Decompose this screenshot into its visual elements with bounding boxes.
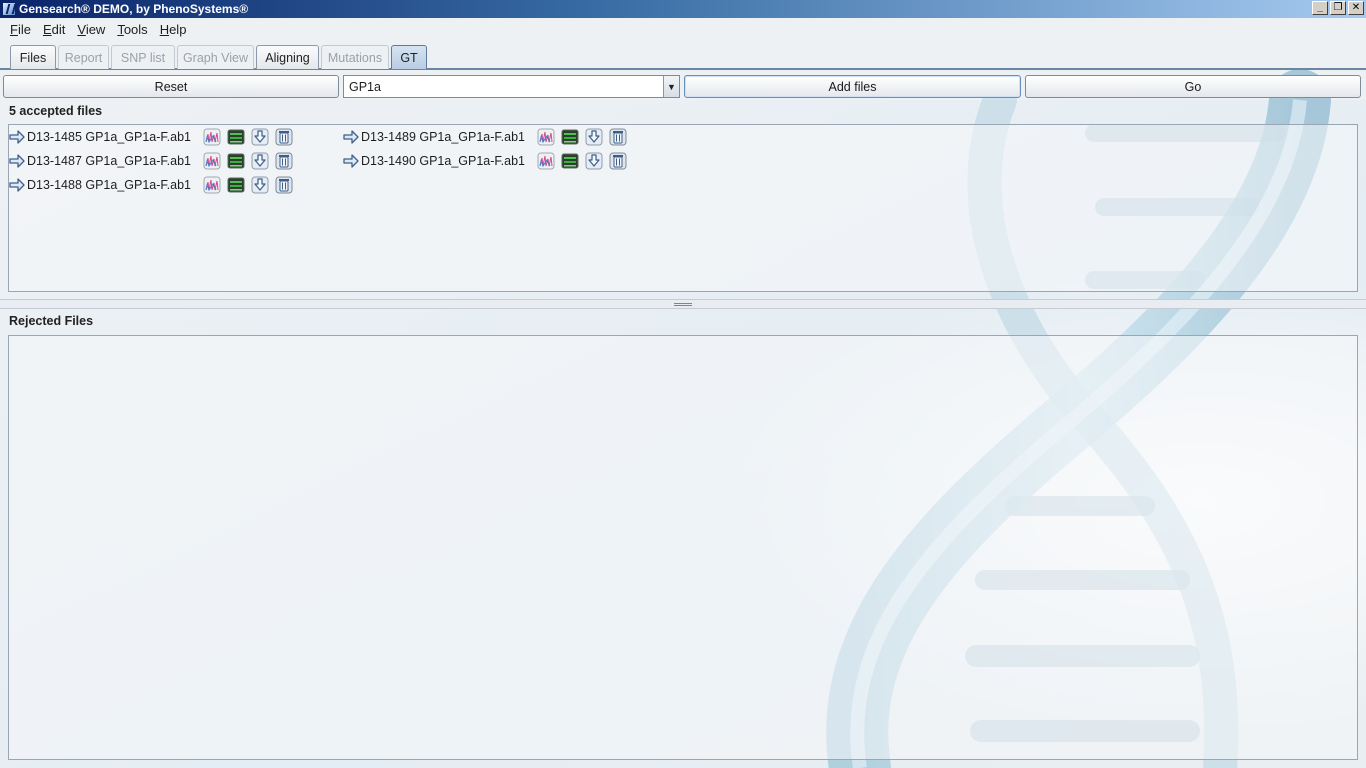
electropherogram-icon[interactable] [537, 152, 555, 170]
menu-tools[interactable]: Tools [111, 22, 153, 37]
sequence-icon[interactable] [561, 128, 579, 146]
menu-view[interactable]: View [71, 22, 111, 37]
app-icon [2, 2, 16, 16]
menu-file[interactable]: File [4, 22, 37, 37]
file-name: D13-1489 GP1a_GP1a-F.ab1 [361, 130, 525, 144]
tab-report[interactable]: Report [58, 45, 109, 69]
gene-select-value: GP1a [349, 79, 381, 94]
accepted-file-item[interactable]: D13-1485 GP1a_GP1a-F.ab1 [8, 127, 293, 147]
tab-files[interactable]: Files [10, 45, 56, 69]
tab-gt[interactable]: GT [391, 45, 427, 69]
close-button[interactable]: ✕ [1348, 1, 1364, 15]
go-button[interactable]: Go [1025, 75, 1361, 98]
electropherogram-icon[interactable] [203, 152, 221, 170]
arrow-right-icon [8, 153, 26, 169]
electropherogram-icon[interactable] [537, 128, 555, 146]
rejected-files-panel [8, 335, 1358, 760]
gene-select[interactable]: GP1a ▼ [343, 75, 680, 98]
delete-icon[interactable] [609, 128, 627, 146]
rejected-files-title: Rejected Files [9, 314, 94, 328]
accepted-files-panel [8, 124, 1358, 292]
chevron-down-icon[interactable]: ▼ [663, 76, 679, 97]
accepted-file-item[interactable]: D13-1488 GP1a_GP1a-F.ab1 [8, 175, 293, 195]
accepted-files-title: 5 accepted files [9, 104, 103, 118]
tab-mutations[interactable]: Mutations [321, 45, 389, 69]
download-icon[interactable] [251, 176, 269, 194]
arrow-right-icon [342, 153, 360, 169]
maximize-button[interactable]: ❐ [1330, 1, 1346, 15]
file-name: D13-1490 GP1a_GP1a-F.ab1 [361, 154, 525, 168]
electropherogram-icon[interactable] [203, 176, 221, 194]
delete-icon[interactable] [609, 152, 627, 170]
add-files-button[interactable]: Add files [684, 75, 1021, 98]
splitter-grip-icon[interactable] [674, 303, 692, 306]
window-title: Gensearch® DEMO, by PhenoSystems® [19, 2, 249, 16]
download-icon[interactable] [585, 152, 603, 170]
file-name: D13-1485 GP1a_GP1a-F.ab1 [27, 130, 191, 144]
sequence-icon[interactable] [561, 152, 579, 170]
download-icon[interactable] [251, 152, 269, 170]
menu-edit[interactable]: Edit [37, 22, 71, 37]
electropherogram-icon[interactable] [203, 128, 221, 146]
accepted-file-item[interactable]: D13-1490 GP1a_GP1a-F.ab1 [342, 151, 627, 171]
menu-help[interactable]: Help [154, 22, 193, 37]
download-icon[interactable] [585, 128, 603, 146]
menu-bar: File Edit View Tools Help [0, 18, 1366, 41]
delete-icon[interactable] [275, 128, 293, 146]
panel-splitter[interactable] [0, 299, 1366, 309]
download-icon[interactable] [251, 128, 269, 146]
delete-icon[interactable] [275, 176, 293, 194]
window-title-bar: Gensearch® DEMO, by PhenoSystems® _ ❐ ✕ [0, 0, 1366, 18]
delete-icon[interactable] [275, 152, 293, 170]
reset-button[interactable]: Reset [3, 75, 339, 98]
accepted-file-item[interactable]: D13-1487 GP1a_GP1a-F.ab1 [8, 151, 293, 171]
tab-snp-list[interactable]: SNP list [111, 45, 175, 69]
tab-strip: Files Report SNP list Graph View Alignin… [0, 41, 1366, 70]
sequence-icon[interactable] [227, 152, 245, 170]
window-controls: _ ❐ ✕ [1312, 1, 1364, 15]
sequence-icon[interactable] [227, 176, 245, 194]
file-name: D13-1488 GP1a_GP1a-F.ab1 [27, 178, 191, 192]
arrow-right-icon [8, 177, 26, 193]
arrow-right-icon [342, 129, 360, 145]
tab-graph-view[interactable]: Graph View [177, 45, 254, 69]
file-name: D13-1487 GP1a_GP1a-F.ab1 [27, 154, 191, 168]
sequence-icon[interactable] [227, 128, 245, 146]
tab-aligning[interactable]: Aligning [256, 45, 319, 69]
arrow-right-icon [8, 129, 26, 145]
minimize-button[interactable]: _ [1312, 1, 1328, 15]
accepted-file-item[interactable]: D13-1489 GP1a_GP1a-F.ab1 [342, 127, 627, 147]
